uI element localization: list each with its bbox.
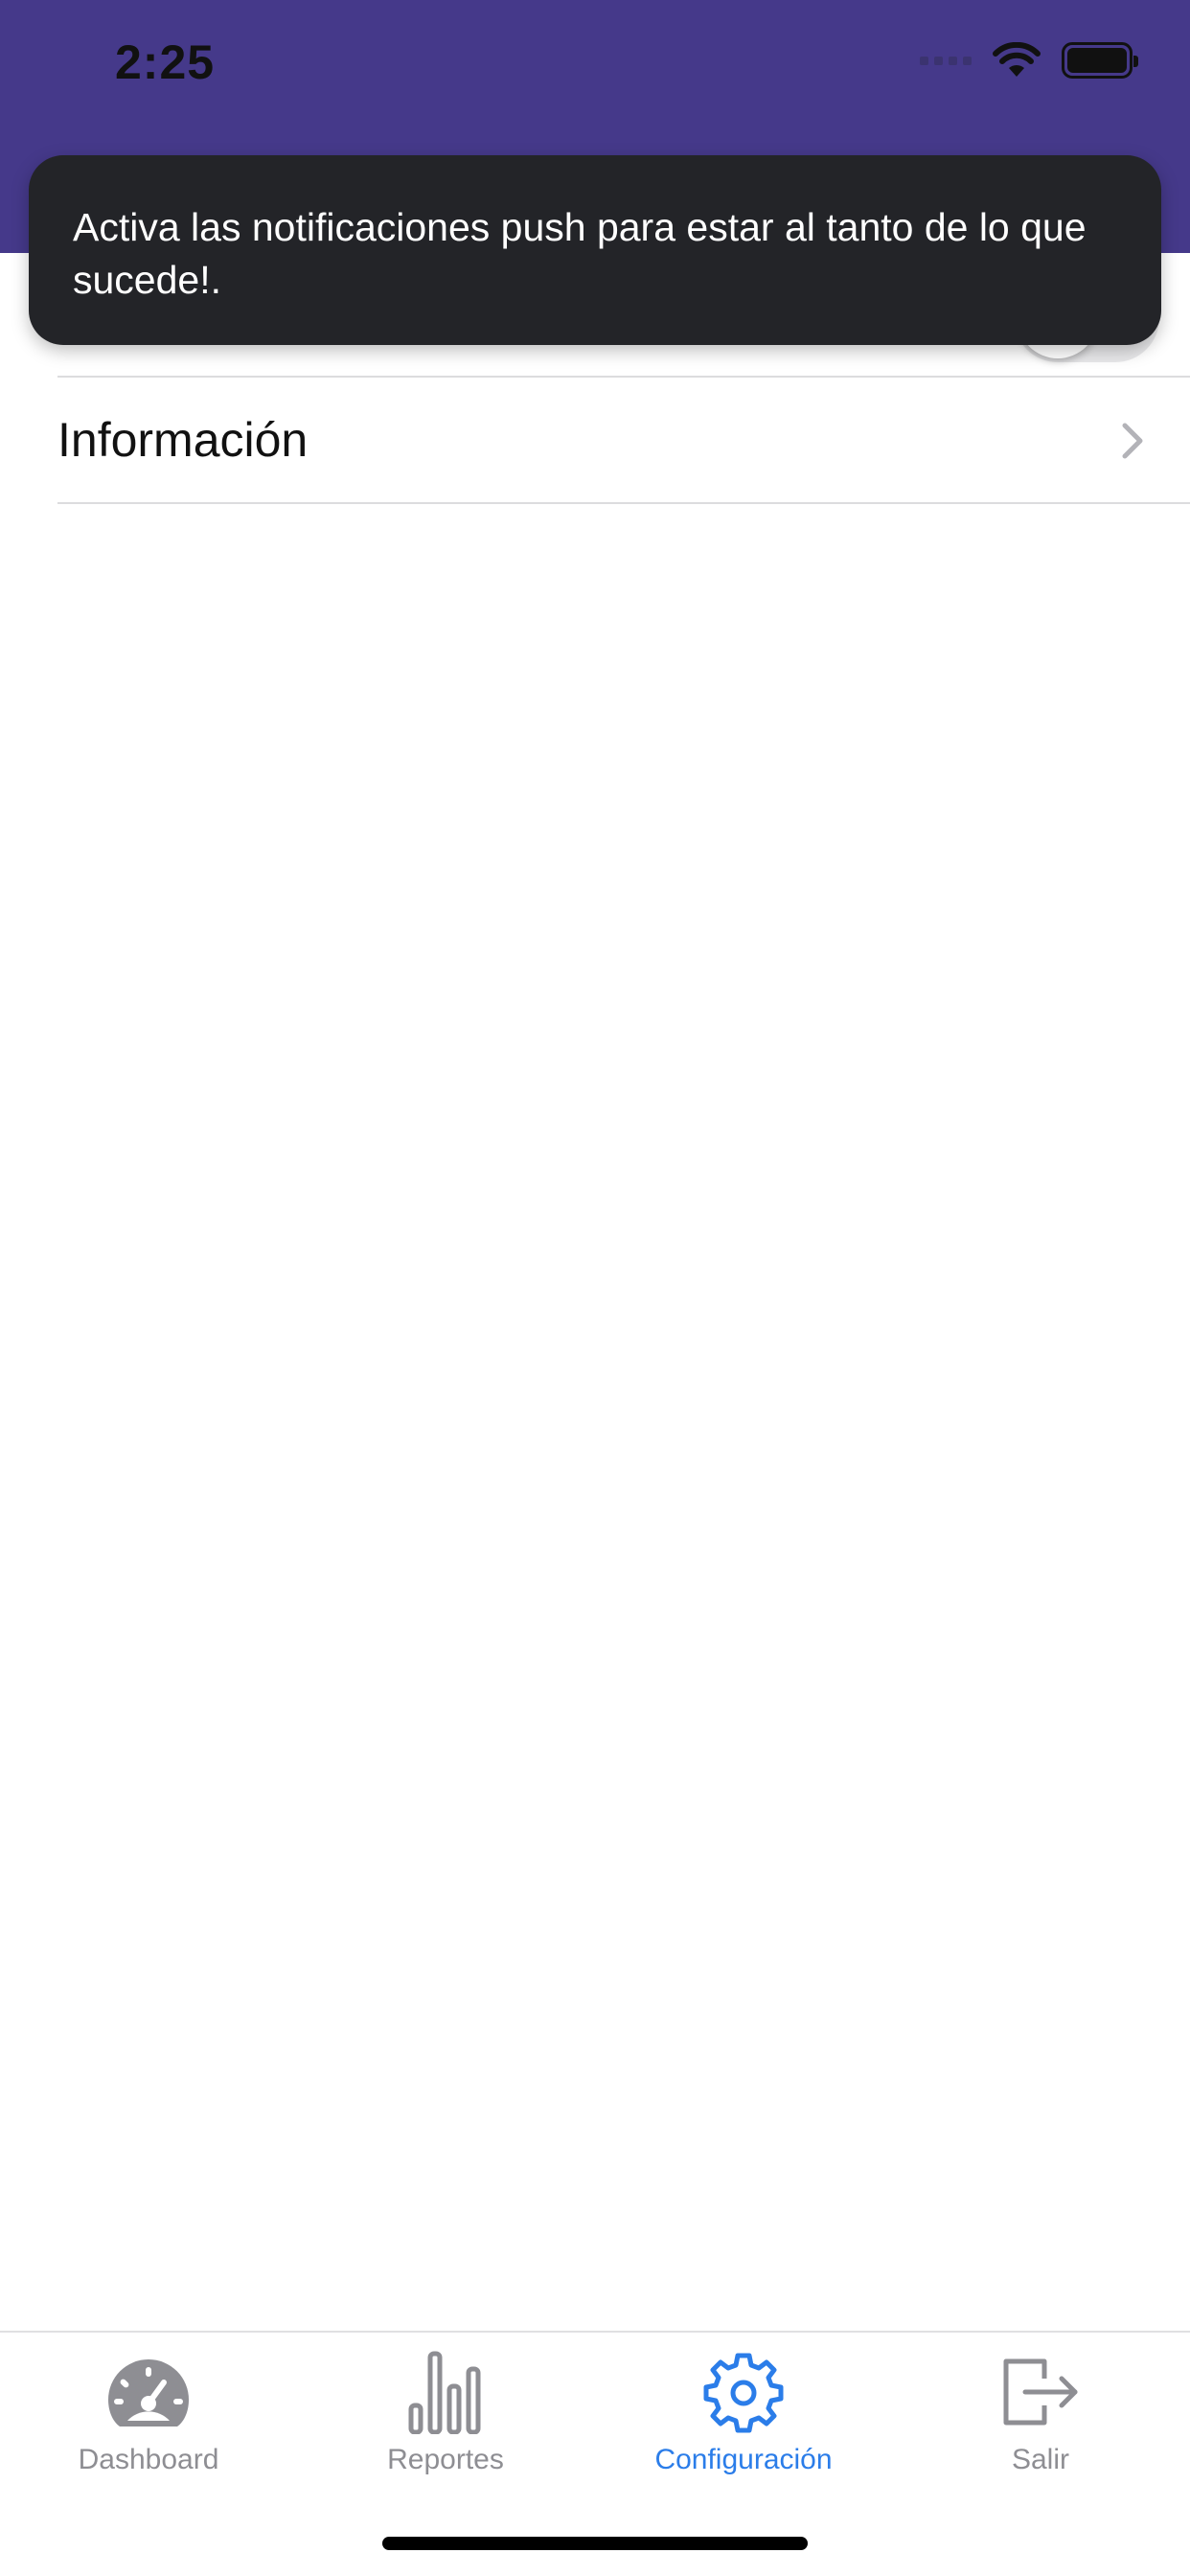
push-notification-toast[interactable]: Activa las notificaciones push para esta… (29, 155, 1161, 345)
tab-reportes[interactable]: Reportes (297, 2333, 594, 2496)
status-time: 2:25 (115, 35, 216, 89)
gear-icon (696, 2344, 791, 2440)
settings-screen: 2:25 Información Activa las notificacion… (0, 0, 1190, 2576)
tab-dashboard[interactable]: Dashboard (0, 2333, 297, 2496)
tab-label: Salir (1011, 2444, 1069, 2475)
info-row-label: Información (57, 413, 309, 467)
status-icons (920, 42, 1138, 79)
toast-message: Activa las notificaciones push para esta… (73, 205, 1087, 302)
bar-chart-icon (398, 2344, 493, 2440)
chevron-right-icon (1122, 423, 1143, 459)
cellular-signal-icon (920, 56, 972, 65)
wifi-icon (993, 42, 1041, 77)
logout-icon (993, 2344, 1088, 2440)
tab-label: Configuración (654, 2444, 833, 2475)
tab-configuracion[interactable]: Configuración (595, 2333, 892, 2496)
tab-salir[interactable]: Salir (892, 2333, 1189, 2496)
info-row[interactable]: Información (57, 378, 1190, 504)
speedometer-icon (101, 2344, 196, 2440)
battery-icon (1062, 42, 1138, 79)
tab-label: Reportes (387, 2444, 504, 2475)
tab-label: Dashboard (78, 2444, 219, 2475)
home-indicator[interactable] (382, 2537, 808, 2550)
